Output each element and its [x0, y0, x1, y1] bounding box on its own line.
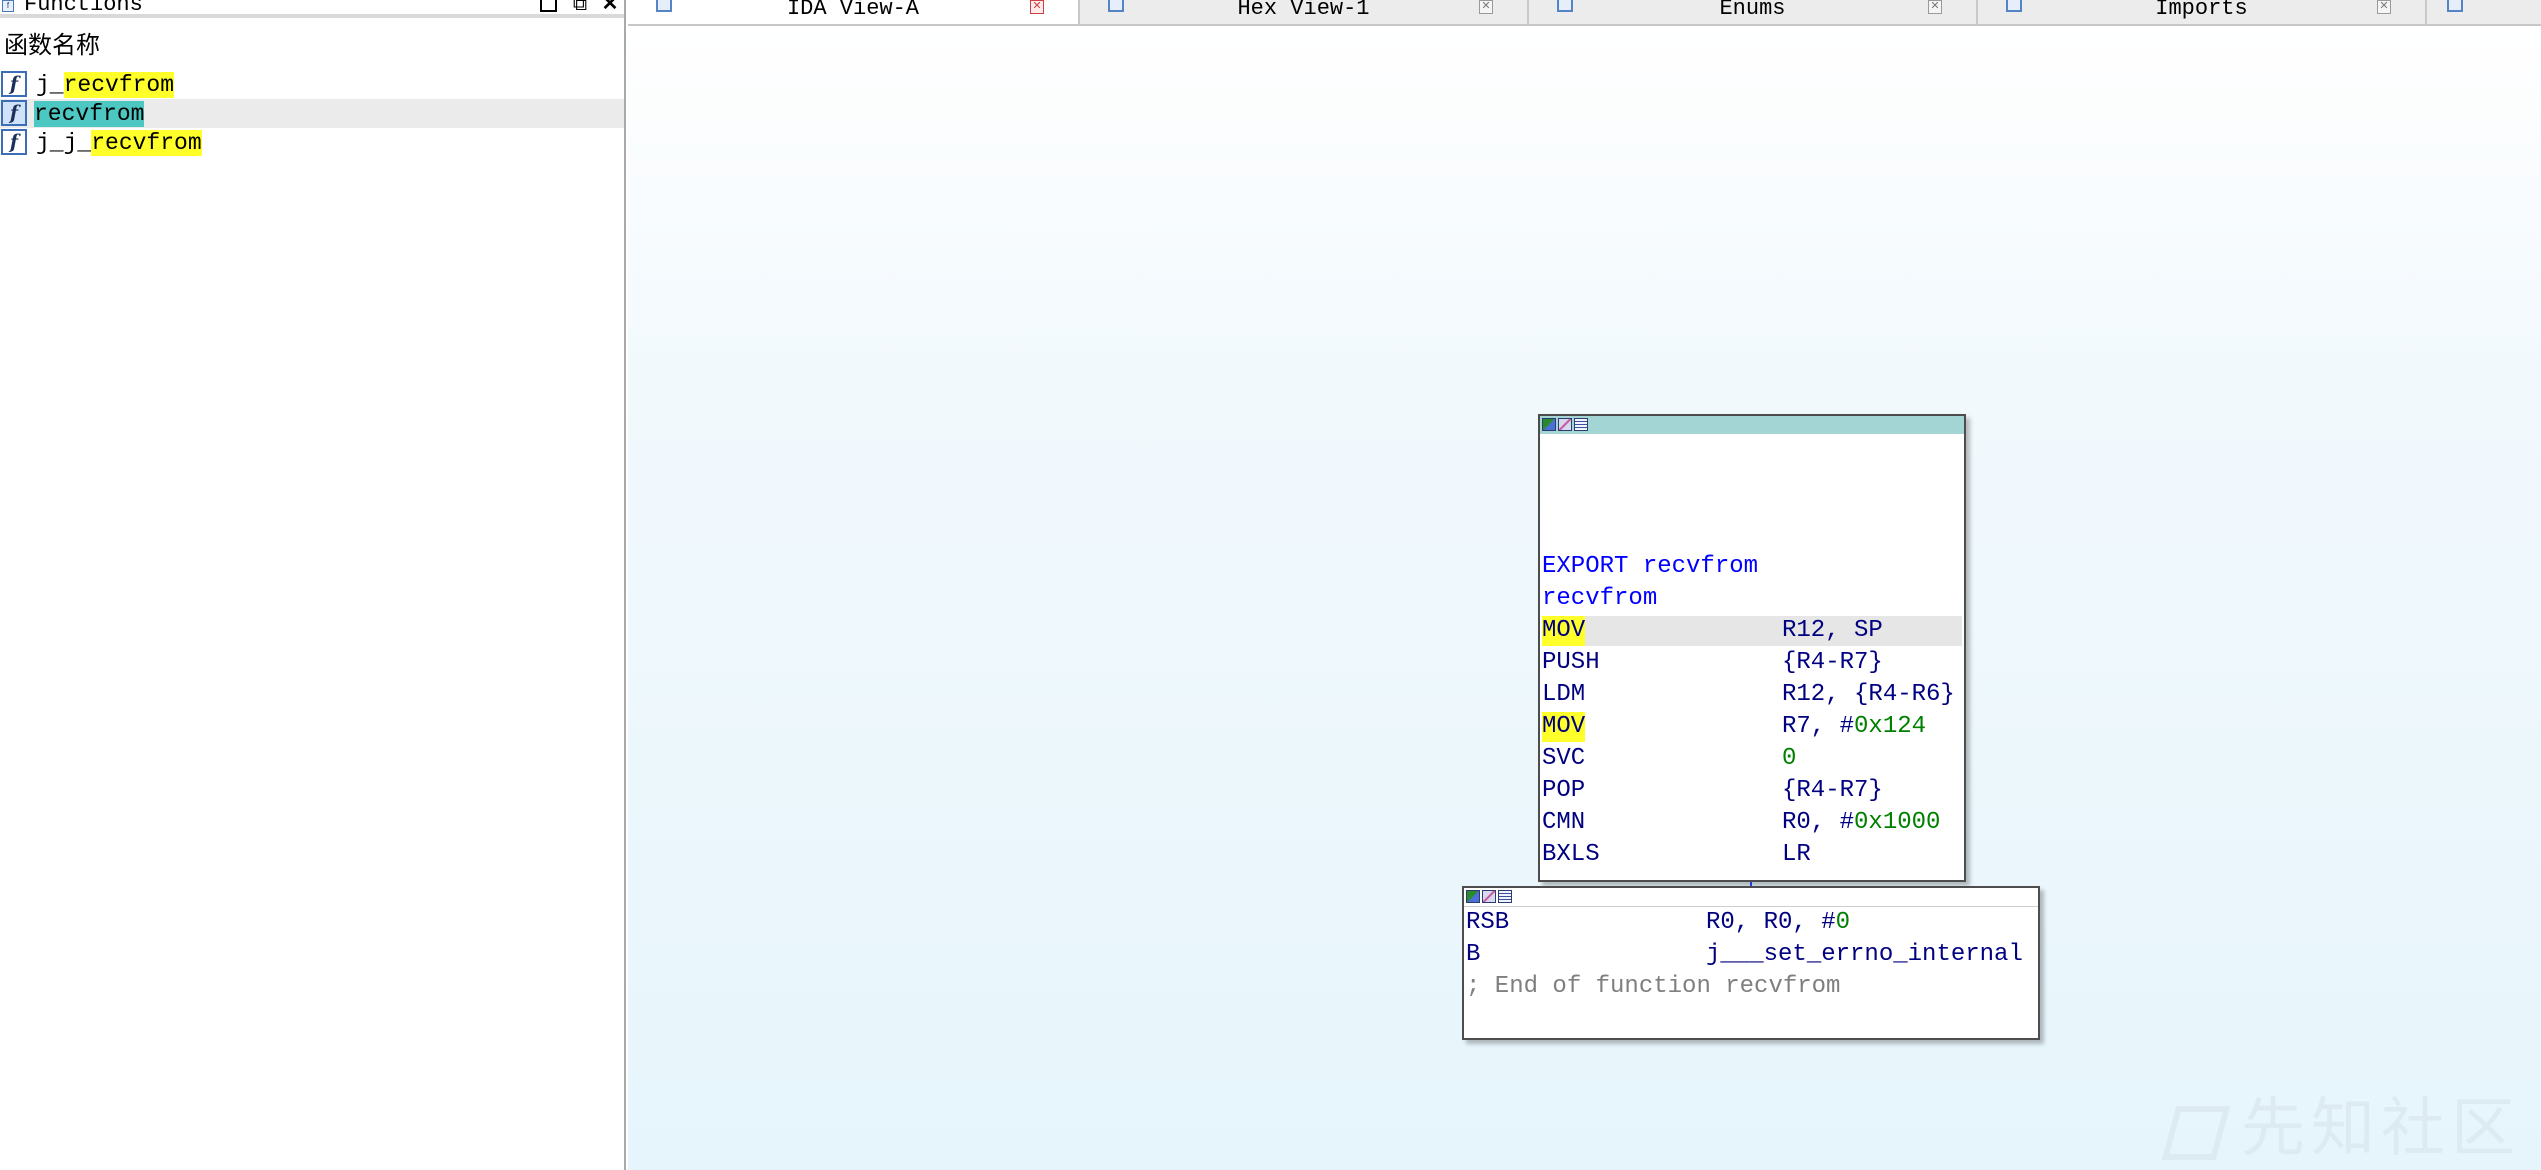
asm-line[interactable]: B j___set_errno_internal [1466, 940, 2023, 970]
asm-label-recvfrom[interactable]: recvfrom [1542, 584, 1657, 614]
asm-line[interactable]: CMN R0, #0x1000 [1542, 808, 1940, 838]
block-header[interactable] [1540, 416, 1964, 434]
asm-mnemonic[interactable]: PUSH [1542, 648, 1600, 678]
asm-operands[interactable]: R12, {R4-R6} [1782, 680, 1955, 710]
close-icon[interactable]: ✕ [2377, 0, 2391, 14]
function-name: recvfrom [34, 101, 145, 127]
code-block-recvfrom[interactable]: EXPORT recvfrom recvfrom MOV R12, SP PUS… [1538, 414, 1966, 882]
tab-label: IDA View-A [786, 0, 920, 21]
asm-mnemonic[interactable]: B [1466, 940, 1480, 970]
asm-mnemonic[interactable]: LDM [1542, 680, 1585, 710]
asm-operands[interactable]: {R4-R7} [1782, 648, 1883, 678]
tab-enums[interactable]: Enums ✕ [1529, 0, 1978, 24]
tab-hex-view-1[interactable]: Hex View-1 ✕ [1080, 0, 1529, 24]
functions-titlebar[interactable]: f Functions ⧉ ✕ [0, 0, 624, 18]
graph-color-icon[interactable] [1542, 418, 1556, 431]
tab-label: Hex View-1 [1237, 0, 1370, 21]
asm-mnemonic[interactable]: SVC [1542, 744, 1585, 774]
function-row-j-j-recvfrom[interactable]: f j_j_recvfrom [0, 128, 624, 157]
watermark-text: 先知社区 [2241, 1092, 2521, 1164]
asm-mnemonic[interactable]: RSB [1466, 908, 1509, 938]
edit-node-icon[interactable] [1482, 890, 1496, 903]
asm-line[interactable]: LDM R12, {R4-R6} [1542, 680, 1955, 710]
edit-node-icon[interactable] [1558, 418, 1572, 431]
asm-label-export[interactable]: EXPORT recvfrom [1542, 552, 1758, 582]
functions-panel: f Functions ⧉ ✕ 函数名称 f j_recvfrom f recv… [0, 0, 626, 1170]
function-name-column-header[interactable]: 函数名称 [4, 30, 100, 62]
asm-operands[interactable]: R0, #0x1000 [1782, 808, 1940, 838]
function-icon: f [1, 129, 27, 155]
asm-mnemonic[interactable]: POP [1542, 776, 1585, 806]
asm-operands[interactable]: R7, #0x124 [1782, 712, 1926, 742]
function-name: j_recvfrom [36, 72, 175, 98]
list-node-icon[interactable] [1498, 890, 1512, 903]
asm-mnemonic[interactable]: MOV [1542, 712, 1586, 742]
graph-color-icon[interactable] [1466, 890, 1480, 903]
asm-mnemonic[interactable]: CMN [1542, 808, 1585, 838]
asm-operands[interactable]: LR [1782, 840, 1811, 870]
asm-mnemonic[interactable]: MOV [1542, 616, 1586, 646]
asm-line[interactable]: POP {R4-R7} [1542, 776, 1883, 806]
asm-operands[interactable]: R12, SP [1782, 616, 1883, 646]
tab-label: Enums [1719, 0, 1786, 21]
asm-line[interactable]: MOV R7, #0x124 [1542, 712, 1926, 742]
function-name: j_j_recvfrom [36, 130, 202, 156]
asm-operands[interactable]: R0, R0, #0 [1706, 908, 1850, 938]
function-icon: f [1, 100, 27, 126]
close-icon[interactable]: ✕ [1928, 0, 1942, 14]
close-icon[interactable]: ✕ [1030, 0, 1044, 14]
asm-operands[interactable]: {R4-R7} [1782, 776, 1883, 806]
function-row-recvfrom[interactable]: f recvfrom [0, 99, 624, 128]
functions-window-icon: f [2, 0, 14, 12]
functions-title: Functions [24, 0, 143, 17]
asm-comment[interactable]: ; End of function recvfrom [1466, 972, 1840, 1002]
code-block-error-path[interactable]: RSB R0, R0, #0 B j___set_errno_internal … [1462, 886, 2040, 1040]
tab-ida-view-a[interactable]: IDA View-A ✕ [628, 0, 1080, 24]
tab-label: Imports [2155, 0, 2248, 21]
tab-imports[interactable]: Imports ✕ [1978, 0, 2427, 24]
asm-mnemonic[interactable]: BXLS [1542, 840, 1600, 870]
asm-line[interactable]: SVC 0 [1542, 744, 1796, 774]
tab-strip: IDA View-A ✕ Hex View-1 ✕ Enums ✕ Import… [628, 0, 2541, 26]
restore-window-icon[interactable] [538, 0, 558, 14]
function-icon: f [1, 71, 27, 97]
asm-line[interactable]: PUSH {R4-R7} [1542, 648, 1883, 678]
asm-operands[interactable]: j___set_errno_internal [1706, 940, 2023, 970]
ida-graph-view[interactable]: EXPORT recvfrom recvfrom MOV R12, SP PUS… [628, 26, 2541, 1170]
close-icon[interactable]: ✕ [600, 0, 620, 14]
tab-more[interactable] [2427, 0, 2541, 24]
exports-icon [2447, 0, 2463, 12]
float-window-icon[interactable]: ⧉ [570, 0, 590, 14]
block-header[interactable] [1464, 888, 2038, 907]
close-icon[interactable]: ✕ [1479, 0, 1493, 14]
function-row-j-recvfrom[interactable]: f j_recvfrom [0, 70, 624, 99]
asm-operands[interactable]: 0 [1782, 744, 1796, 774]
asm-line[interactable]: BXLS LR [1542, 840, 1811, 870]
watermark: 先知社区 [2161, 1092, 2521, 1164]
asm-line[interactable]: RSB R0, R0, #0 [1466, 908, 1850, 938]
list-node-icon[interactable] [1574, 418, 1588, 431]
watermark-logo-icon [2161, 1106, 2231, 1161]
asm-line-current[interactable]: MOV R12, SP [1542, 616, 1962, 646]
